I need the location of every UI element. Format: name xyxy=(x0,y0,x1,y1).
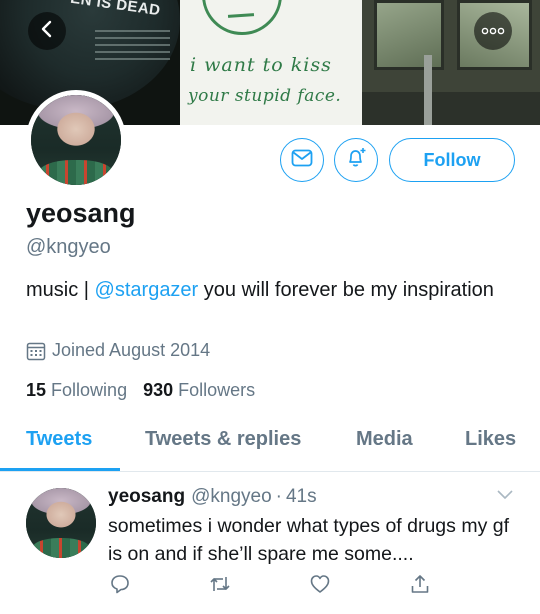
following-count: 15 xyxy=(26,380,47,400)
tweet-timestamp[interactable]: 41s xyxy=(286,486,317,508)
retweet-icon xyxy=(208,573,232,600)
reply-icon xyxy=(109,573,131,600)
banner-note-line1: i want to kiss xyxy=(190,54,332,76)
calendar-icon xyxy=(26,341,46,361)
joined-date: Joined August 2014 xyxy=(26,340,210,361)
profile-handle: @kngyeo xyxy=(26,236,111,258)
bell-plus-icon xyxy=(344,146,368,175)
retweet-button[interactable] xyxy=(208,574,232,598)
banner-note-line2: your stupid face. xyxy=(188,86,342,106)
tweet-avatar[interactable] xyxy=(26,488,96,558)
tab-tweets[interactable]: Tweets xyxy=(26,428,92,451)
like-button[interactable] xyxy=(308,574,332,598)
more-options-button[interactable] xyxy=(474,12,512,50)
followers-label: Followers xyxy=(178,380,256,400)
tweet-author-name[interactable]: yeosang xyxy=(108,486,185,508)
tweet-text: sometimes i wonder what types of drugs m… xyxy=(108,515,509,565)
more-dots-icon xyxy=(481,22,505,40)
tweet-menu-button[interactable] xyxy=(496,488,514,506)
tweet-separator: · xyxy=(275,486,282,507)
share-button[interactable] xyxy=(408,574,432,598)
reply-button[interactable] xyxy=(108,574,132,598)
bio-text-prefix: music | xyxy=(26,279,95,301)
bio-text-suffix: you will forever be my inspiration xyxy=(198,279,494,301)
bio-mention-link[interactable]: @stargazer xyxy=(95,279,199,301)
profile-avatar[interactable] xyxy=(26,90,126,190)
following-label: Following xyxy=(51,380,128,400)
tweet-actions xyxy=(108,574,429,598)
tab-likes[interactable]: Likes xyxy=(465,428,516,451)
heart-icon xyxy=(309,573,331,600)
envelope-icon xyxy=(291,149,313,172)
tab-media[interactable]: Media xyxy=(356,428,413,451)
profile-tabs: Tweets Tweets & replies Media Likes xyxy=(0,420,540,472)
joined-text: Joined August 2014 xyxy=(52,340,211,360)
banner-train-image xyxy=(362,0,540,125)
tab-tweets-replies[interactable]: Tweets & replies xyxy=(145,428,301,451)
profile-stats: 15 Following 930 Followers xyxy=(26,380,255,401)
notifications-button[interactable] xyxy=(334,138,378,182)
active-tab-indicator xyxy=(0,468,120,471)
followers-count: 930 xyxy=(143,380,174,400)
followers-link[interactable]: 930 Followers xyxy=(143,380,255,401)
banner-note-image: i want to kiss your stupid face. xyxy=(180,0,362,125)
following-link[interactable]: 15 Following xyxy=(26,380,127,401)
message-button[interactable] xyxy=(280,138,324,182)
tweet-author-handle[interactable]: @kngyeo xyxy=(191,486,272,508)
chevron-left-icon xyxy=(37,19,57,44)
profile-bio: music | @stargazer you will forever be m… xyxy=(26,276,496,304)
tweet-header: yeosang @kngyeo · 41s xyxy=(108,486,317,508)
profile-name: yeosang xyxy=(26,198,136,228)
follow-button[interactable]: Follow xyxy=(389,138,515,182)
share-icon xyxy=(409,573,431,600)
back-button[interactable] xyxy=(28,12,66,50)
chevron-down-icon xyxy=(496,488,514,506)
